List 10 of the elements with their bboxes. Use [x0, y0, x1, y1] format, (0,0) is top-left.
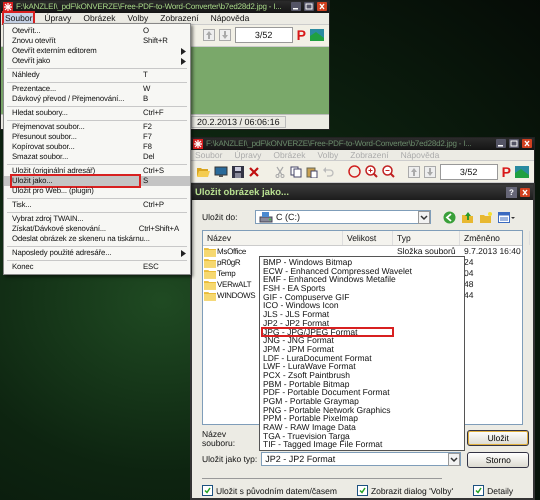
- dialog-title: Uložit obrázek jako...: [195, 187, 290, 198]
- status-date: 20.2.2013 / 06:06:16: [191, 116, 286, 128]
- checkbox-label: Zobrazit dialog 'Volby': [370, 486, 454, 496]
- file-type-label: Uložit jako typ:: [202, 454, 258, 464]
- save-in-label: Uložit do:: [202, 212, 238, 222]
- checkbox-label: Uložit s původním datem/časem: [216, 486, 337, 496]
- window-title: F:\kANZLEI\_pdF\kONVERZE\Free-PDF-to-Word-Converter\b7ed28d2.jpg - I...: [16, 2, 282, 12]
- checkbox-label: Detaily: [487, 486, 514, 496]
- window-title: F:\kANZLEI\_pdF\kONVERZE\Free-PDF-to-Word-Converter\b7ed28d2.jpg - I...: [206, 139, 472, 148]
- file-name-label: Název souboru:: [202, 430, 236, 448]
